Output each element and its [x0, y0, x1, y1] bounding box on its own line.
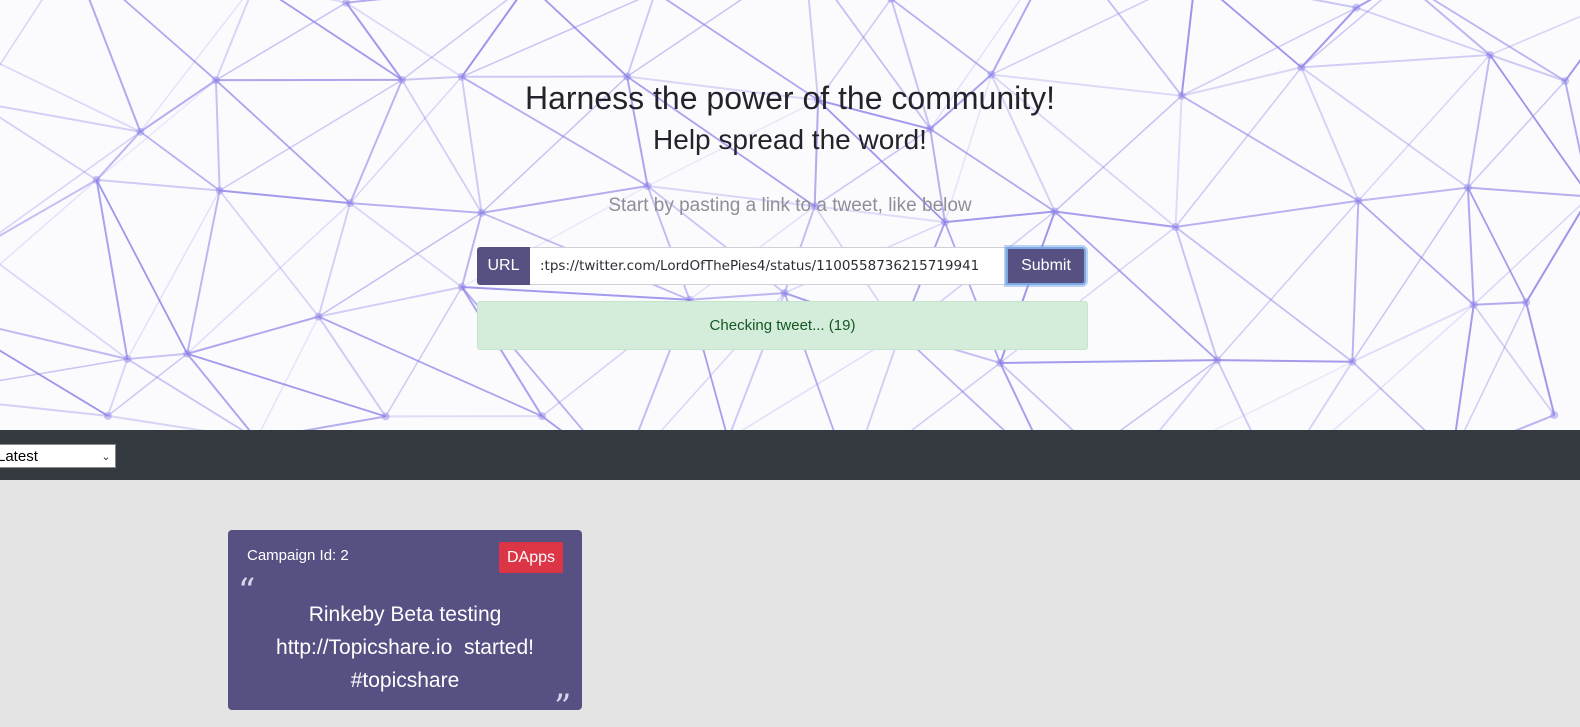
mesh-line: [187, 354, 385, 417]
mesh-node: [1470, 301, 1478, 309]
hero-banner: Harness the power of the community! Help…: [0, 0, 1580, 430]
mesh-node: [781, 289, 789, 297]
mesh-node: [1352, 4, 1360, 12]
mesh-line: [0, 315, 127, 359]
mesh-node: [996, 359, 1004, 367]
status-alert: Checking tweet... (19): [477, 301, 1088, 350]
mesh-node: [1297, 63, 1305, 71]
mesh-line: [462, 0, 528, 77]
chevron-down-icon: ⌄: [97, 450, 115, 463]
mesh-line: [1404, 0, 1566, 81]
url-addon-label: URL: [477, 247, 530, 285]
mesh-line: [1055, 360, 1217, 430]
mesh-line: [1565, 0, 1580, 81]
mesh-node: [93, 176, 101, 184]
close-quote-icon: ”: [554, 690, 571, 724]
mesh-line: [850, 363, 1000, 430]
mesh-node: [1486, 51, 1494, 59]
mesh-node: [644, 182, 652, 190]
url-input-group: URL Submit: [477, 247, 1088, 285]
mesh-node: [216, 187, 224, 195]
mesh-line: [1301, 8, 1356, 68]
mesh-line: [1490, 55, 1565, 81]
mesh-line: [346, 0, 528, 3]
campaign-tweet-text: Rinkeby Beta testing http://Topicshare.i…: [248, 598, 562, 697]
mesh-line: [627, 0, 805, 77]
mesh-line: [1352, 201, 1358, 362]
sort-select-value: Latest: [0, 448, 97, 465]
mesh-line: [1452, 302, 1526, 430]
mesh-line: [1452, 415, 1554, 430]
mesh-line: [1301, 55, 1490, 67]
mesh-node: [538, 412, 546, 420]
mesh-node: [458, 283, 466, 291]
hero-hint: Start by pasting a link to a tweet, like…: [0, 195, 1580, 217]
mesh-line: [1217, 360, 1275, 430]
mesh-line: [1474, 302, 1526, 304]
hero-subtitle: Help spread the word!: [0, 124, 1580, 156]
mesh-line: [0, 248, 127, 359]
mesh-line: [319, 287, 462, 317]
mesh-line: [108, 416, 257, 430]
tweet-url-input[interactable]: [530, 247, 1006, 285]
mesh-line: [1217, 360, 1352, 362]
campaign-text-line: #topicshare: [248, 664, 562, 697]
mesh-line: [1195, 0, 1301, 67]
mesh-line: [216, 3, 346, 81]
mesh-line: [991, 0, 1195, 75]
mesh-line: [1000, 363, 1122, 430]
mesh-line: [690, 293, 785, 300]
mesh-line: [1122, 362, 1352, 430]
mesh-line: [1000, 360, 1217, 363]
mesh-node: [1550, 411, 1558, 419]
mesh-node: [382, 412, 390, 420]
mesh-node: [1522, 298, 1530, 306]
mesh-line: [1195, 0, 1356, 8]
mesh-line: [1452, 305, 1474, 430]
mesh-line: [1526, 302, 1554, 415]
mesh-line: [127, 354, 187, 359]
mesh-line: [255, 0, 346, 3]
mesh-line: [108, 354, 187, 416]
mesh-line: [1276, 362, 1353, 430]
mesh-line: [97, 180, 220, 191]
category-badge: DApps: [499, 542, 563, 573]
mesh-line: [1276, 305, 1474, 430]
campaign-text-line: http://Topicshare.io started!: [248, 631, 562, 664]
mesh-node: [315, 313, 323, 321]
mesh-node: [183, 350, 191, 358]
mesh-line: [991, 0, 1061, 75]
mesh-node: [941, 218, 949, 226]
hero-title: Harness the power of the community!: [0, 80, 1580, 117]
mesh-line: [627, 0, 655, 77]
mesh-node: [1172, 223, 1180, 231]
mesh-line: [1000, 363, 1055, 430]
mesh-line: [1352, 362, 1452, 430]
campaign-text-line: Rinkeby Beta testing: [248, 598, 562, 631]
mesh-node: [1464, 184, 1472, 192]
mesh-line: [462, 287, 690, 300]
mesh-node: [123, 355, 131, 363]
mesh-line: [1474, 305, 1555, 415]
mesh-node: [104, 412, 112, 420]
mesh-line: [1356, 8, 1490, 55]
submit-button[interactable]: Submit: [1006, 247, 1086, 285]
mesh-line: [255, 0, 402, 80]
mesh-node: [1348, 358, 1356, 366]
filter-toolbar: Latest ⌄: [0, 430, 1580, 480]
mesh-line: [346, 3, 462, 77]
mesh-node: [987, 71, 995, 79]
mesh-line: [1490, 0, 1580, 55]
mesh-line: [257, 416, 386, 430]
mesh-line: [1217, 201, 1358, 360]
campaign-card[interactable]: Campaign Id: 2 DApps “ Rinkeby Beta test…: [228, 530, 582, 710]
mesh-line: [346, 3, 402, 80]
mesh-line: [257, 317, 319, 430]
sort-select[interactable]: Latest ⌄: [0, 444, 116, 468]
mesh-node: [1213, 356, 1221, 364]
campaign-id: Campaign Id: 2: [247, 547, 349, 564]
mesh-line: [1176, 227, 1353, 362]
